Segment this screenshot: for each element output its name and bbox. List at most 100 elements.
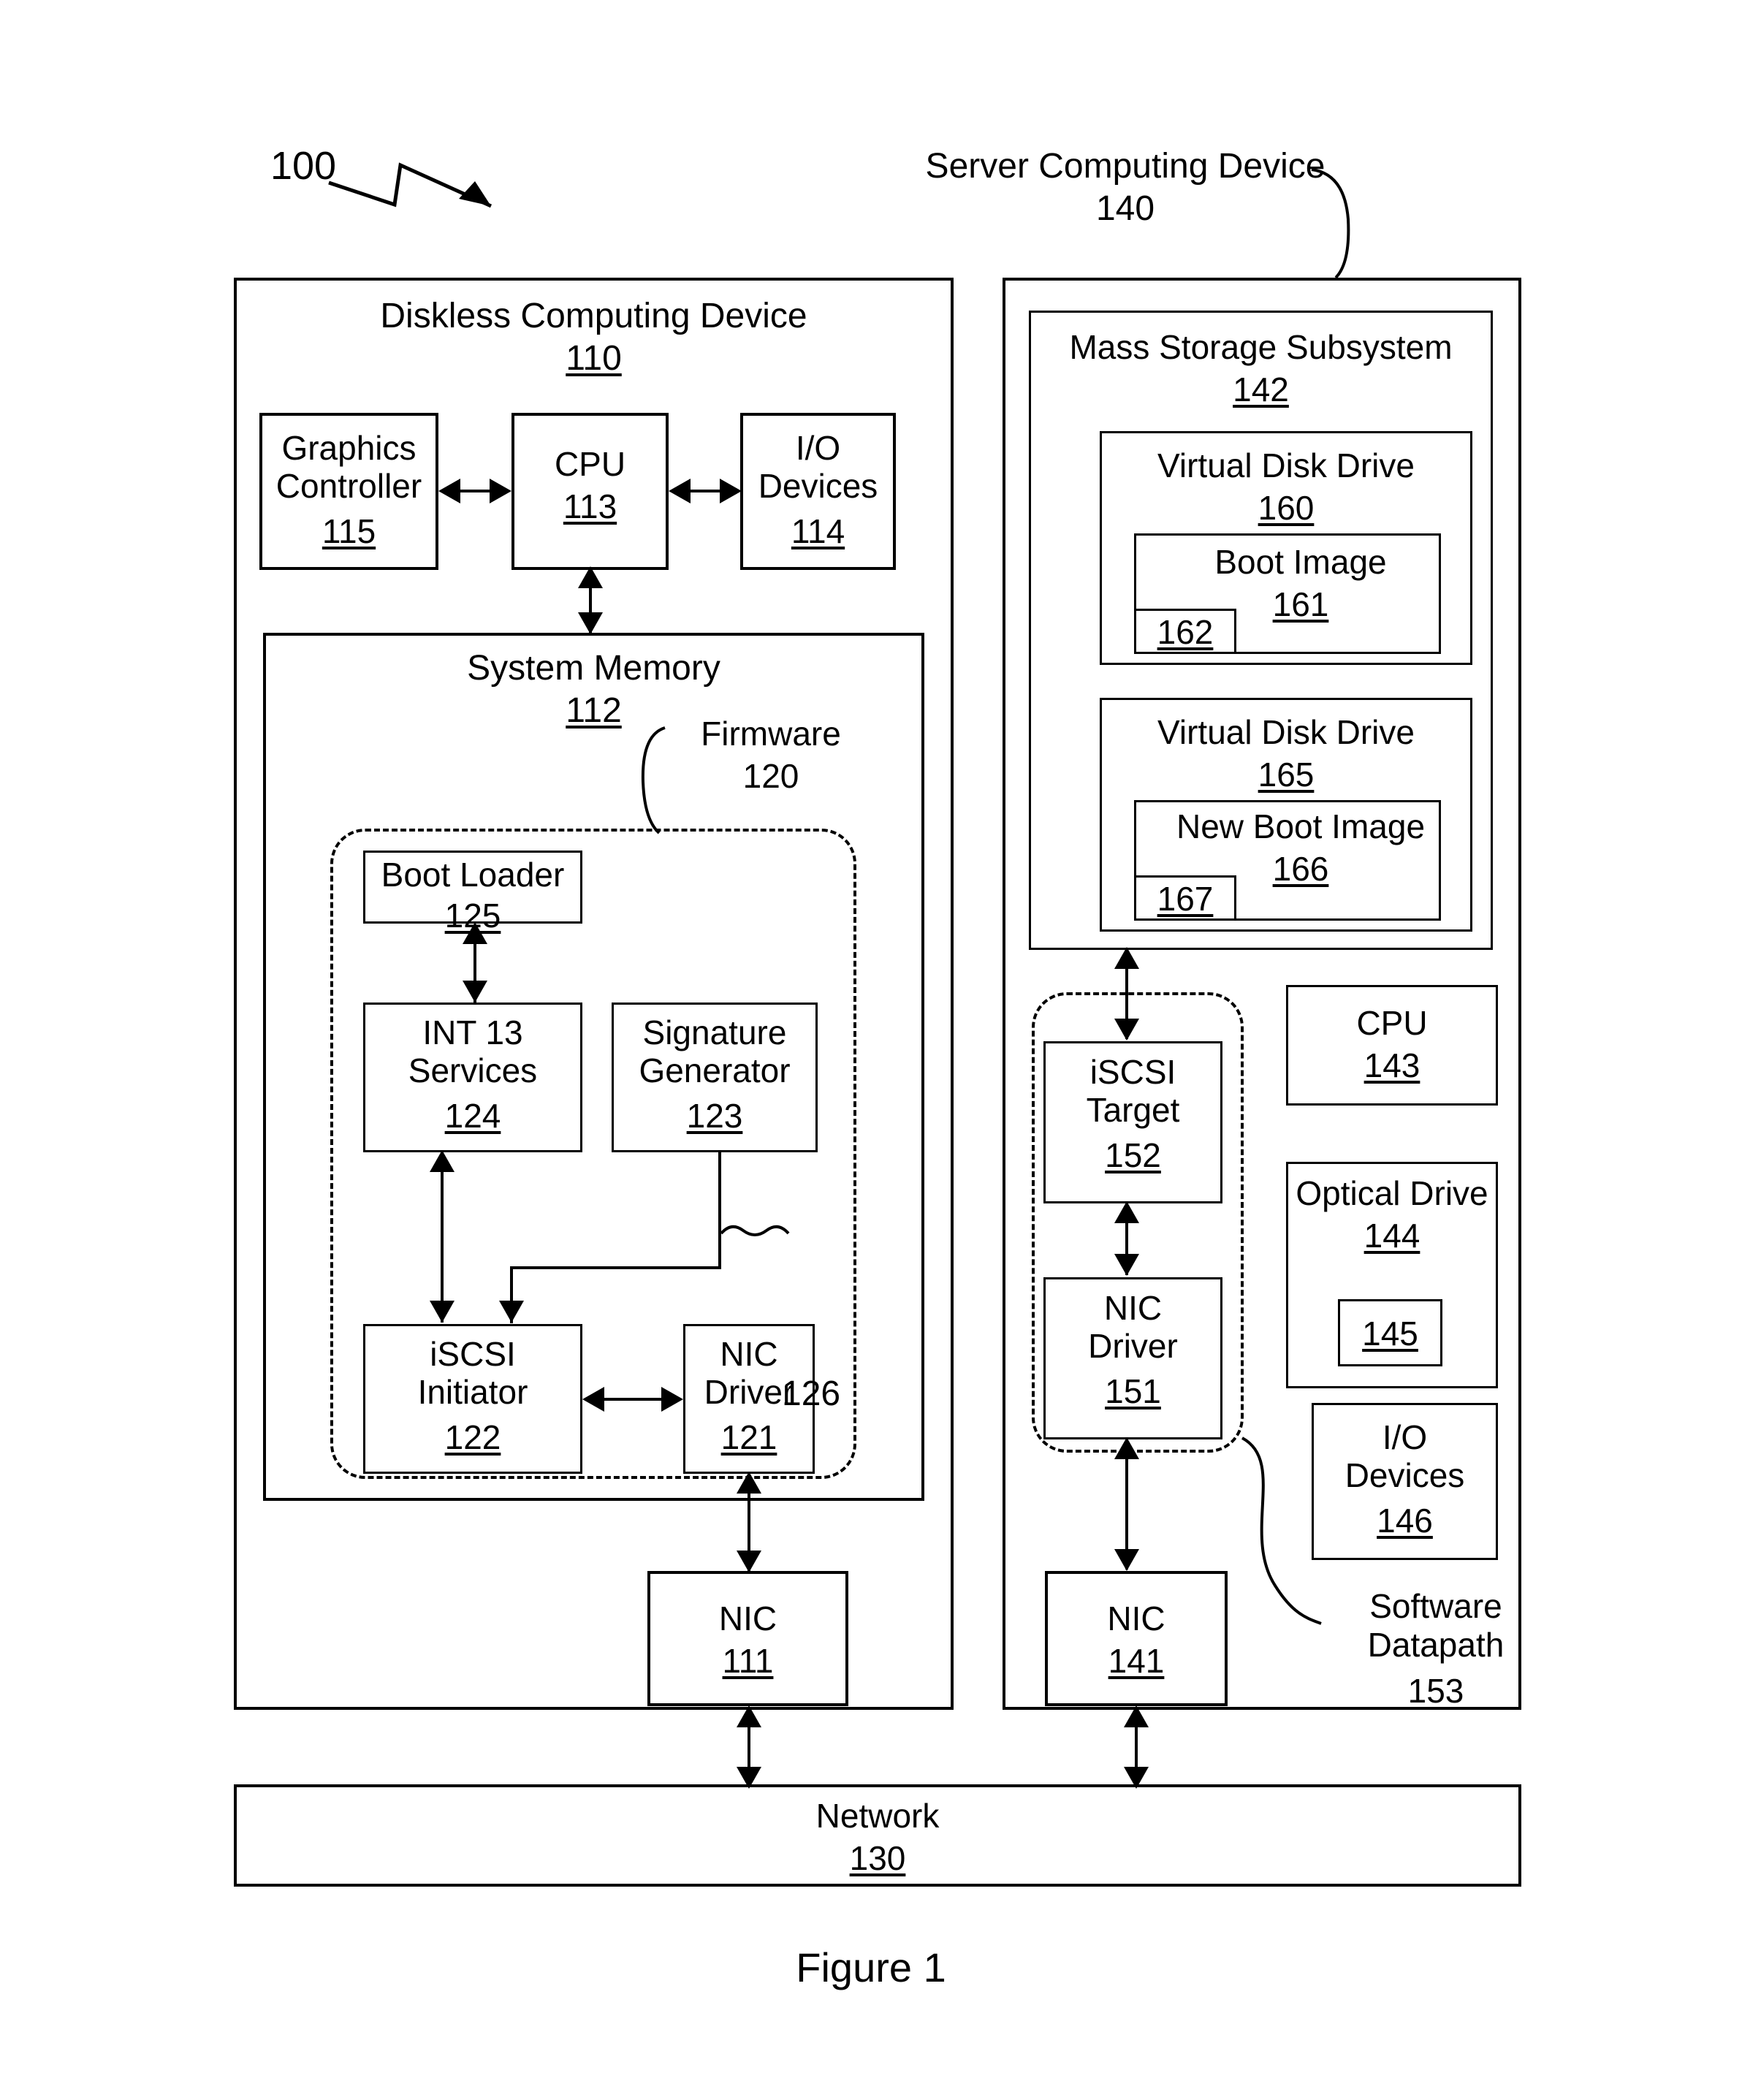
cpu-memory-arrow-up — [578, 566, 603, 588]
boot-image-161-ref-number: 161 — [1272, 585, 1329, 623]
bootloader-int13-arrow-down — [463, 981, 487, 1003]
iscsi-target-label: iSCSI Target — [1086, 1053, 1180, 1129]
nicdriver-nic-arrow-up — [737, 1472, 761, 1494]
initiator-nicdriver-arrow-right — [661, 1387, 683, 1412]
optical-media-ref-number: 145 — [1362, 1315, 1418, 1353]
network-ref: 130 — [234, 1839, 1521, 1878]
cpu-ref: 113 — [511, 487, 669, 526]
cpu-io-arrow-right — [720, 479, 742, 503]
nic-driver-ref: 121 — [683, 1418, 815, 1457]
optical-drive-ref: 144 — [1286, 1217, 1498, 1255]
cpu-label: CPU — [554, 445, 626, 483]
server-io-devices-ref: 146 — [1312, 1502, 1498, 1540]
system-memory-title: System Memory — [467, 649, 720, 688]
nic-111-label: NIC — [718, 1599, 777, 1637]
virtual-disk-drive-165-ref-number: 165 — [1258, 756, 1315, 794]
software-datapath-label: Software Datapath — [1367, 1587, 1505, 1664]
nicdriver151-nic141-arrow-down — [1114, 1549, 1139, 1571]
signature-generator-ref-number: 123 — [686, 1097, 743, 1135]
optical-media-ref: 145 — [1338, 1315, 1442, 1353]
cpu-ref-number: 113 — [563, 487, 617, 525]
server-io-devices-label: I/O Devices — [1344, 1418, 1465, 1494]
mass-storage-ref: 142 — [1029, 370, 1493, 409]
diskless-device-title: Diskless Computing Device — [380, 297, 807, 335]
software-datapath-ref: 153 — [1407, 1672, 1464, 1710]
iscsi-initiator-ref-number: 122 — [444, 1418, 501, 1456]
cpu-memory-arrow-down — [578, 612, 603, 634]
int13-services-ref: 124 — [363, 1097, 582, 1135]
server-device-ref: 140 — [1095, 189, 1155, 228]
gc-cpu-arrow-right — [490, 479, 511, 503]
nic-driver-ref-number: 121 — [720, 1418, 777, 1456]
int13-iscsi-arrow-down — [430, 1301, 454, 1323]
virtual-disk-drive-160-label: Virtual Disk Drive — [1157, 446, 1415, 484]
diskless-device-ref: 110 — [234, 339, 954, 378]
network-label: Network — [815, 1797, 940, 1835]
nic-111-box — [647, 1571, 848, 1706]
mass-storage-title: Mass Storage Subsystem — [1069, 328, 1453, 366]
server-cpu-box — [1286, 985, 1498, 1106]
iscsitarget-nicdriver151-arrow-down — [1114, 1254, 1139, 1276]
sig-path-arrow-down — [499, 1301, 524, 1323]
bootloader-int13-arrow-up — [463, 922, 487, 944]
iscsi-target-ref-number: 152 — [1105, 1136, 1161, 1174]
system-ref-arrowhead — [459, 181, 491, 206]
figure-caption: Figure 1 — [796, 1944, 946, 1990]
nic-111-ref-number: 111 — [722, 1642, 774, 1680]
new-boot-image-167-ref: 167 — [1134, 880, 1236, 918]
system-memory-ref-number: 112 — [566, 691, 622, 730]
io-devices-ref-number: 114 — [791, 512, 845, 550]
nicdriver151-nic141-arrow-up — [1114, 1437, 1139, 1459]
int13-iscsi-arrow-up — [430, 1150, 454, 1172]
iscsi-target-ref: 152 — [1043, 1136, 1222, 1175]
firmware-ref: 120 — [742, 757, 799, 795]
server-io-devices-ref-number: 146 — [1377, 1502, 1433, 1540]
nic141-network-arrow-up — [1124, 1705, 1149, 1727]
new-boot-image-167-ref-number: 167 — [1157, 880, 1214, 918]
io-devices-label: I/O Devices — [758, 429, 878, 505]
nic-driver-151-ref: 151 — [1043, 1372, 1222, 1411]
server-device-title: Server Computing Device — [925, 147, 1325, 186]
new-boot-image-166-ref-number: 166 — [1272, 850, 1329, 888]
nic-141-box — [1045, 1571, 1228, 1706]
sig-path-segment-h — [510, 1266, 721, 1269]
nic-141-ref-number: 141 — [1108, 1642, 1165, 1680]
figure-canvas: 100 Server Computing Device 140 Diskless… — [0, 0, 1742, 2100]
nic-111-ref: 111 — [647, 1642, 848, 1681]
new-boot-image-166-label: New Boot Image — [1176, 807, 1426, 845]
nic111-network-arrow-up — [737, 1705, 761, 1727]
virtual-disk-drive-160-ref: 160 — [1100, 489, 1472, 528]
graphics-controller-label: Graphics Controller — [275, 429, 422, 505]
nic-141-label: NIC — [1107, 1599, 1165, 1637]
initiator-nicdriver-arrow-left — [582, 1387, 604, 1412]
graphics-controller-ref: 115 — [259, 512, 438, 551]
iscsi-initiator-ref: 122 — [363, 1418, 582, 1457]
massstorage-iscsitarget-arrow-up — [1114, 947, 1139, 969]
gc-cpu-arrow-left — [438, 479, 460, 503]
nic-driver-151-label: NIC Driver — [1088, 1289, 1178, 1365]
boot-image-161-label: Boot Image — [1214, 543, 1387, 581]
signature-generator-ref: 123 — [612, 1097, 818, 1135]
boot-loader-label: Boot Loader — [381, 856, 565, 894]
nic-driver-label: NIC Driver — [704, 1335, 794, 1411]
cpu-io-arrow-left — [669, 479, 691, 503]
iscsitarget-nicdriver151-arrow-up — [1114, 1201, 1139, 1223]
mass-storage-ref-number: 142 — [1233, 370, 1289, 408]
virtual-disk-drive-160-ref-number: 160 — [1258, 489, 1315, 527]
optical-drive-label: Optical Drive — [1296, 1174, 1488, 1212]
virtual-disk-drive-165-label: Virtual Disk Drive — [1157, 713, 1415, 751]
nicdriver-nic-arrow-down — [737, 1551, 761, 1572]
nic-141-ref: 141 — [1045, 1642, 1228, 1681]
iscsi-initiator-label: iSCSI Initiator — [417, 1335, 528, 1411]
nic-driver-151-ref-number: 151 — [1105, 1372, 1161, 1410]
int13-services-ref-number: 124 — [444, 1097, 501, 1135]
network-ref-number: 130 — [849, 1839, 906, 1877]
io-devices-ref: 114 — [740, 512, 896, 551]
server-cpu-ref: 143 — [1286, 1046, 1498, 1085]
diskless-device-ref-number: 110 — [566, 339, 622, 378]
server-cpu-ref-number: 143 — [1363, 1046, 1420, 1084]
boot-image-162-ref: 162 — [1134, 613, 1236, 652]
sig-path-segment-v1 — [718, 1152, 721, 1269]
server-cpu-label: CPU — [1356, 1004, 1428, 1042]
signature-generator-label: Signature Generator — [639, 1013, 791, 1089]
